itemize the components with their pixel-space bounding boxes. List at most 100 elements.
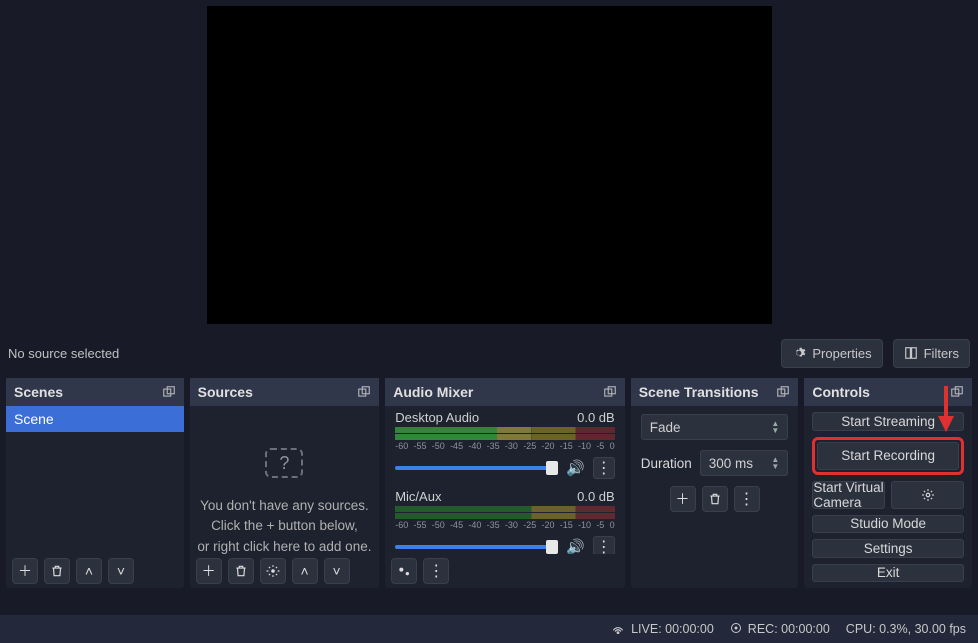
- studio-mode-button[interactable]: Studio Mode: [812, 515, 964, 534]
- audio-channel-menu[interactable]: [593, 457, 615, 479]
- status-rec: REC: 00:00:00: [730, 622, 830, 637]
- transition-menu-button[interactable]: [734, 486, 760, 512]
- speaker-icon[interactable]: 🔊: [566, 459, 585, 477]
- scenes-header: Scenes: [6, 378, 184, 406]
- status-live-text: LIVE: 00:00:00: [631, 622, 714, 636]
- audio-mixer-header: Audio Mixer: [385, 378, 624, 406]
- preview-canvas[interactable]: [207, 6, 772, 324]
- annotation-arrow: [936, 384, 956, 432]
- source-up-button[interactable]: ˄: [292, 558, 318, 584]
- audio-mixer-panel: Audio Mixer Desktop Audio 0.0 dB -60-55-…: [385, 378, 624, 588]
- audio-meter: [395, 513, 614, 519]
- transitions-title: Scene Transitions: [639, 384, 759, 400]
- filters-label: Filters: [924, 346, 959, 361]
- scene-up-button[interactable]: ˄: [76, 558, 102, 584]
- sources-empty-line2: Click the + button below,: [190, 516, 380, 536]
- filters-button[interactable]: Filters: [893, 339, 970, 368]
- status-bar: LIVE: 00:00:00 REC: 00:00:00 CPU: 0.3%, …: [0, 615, 978, 643]
- status-rec-text: REC: 00:00:00: [748, 622, 830, 636]
- disk-icon: [730, 622, 742, 637]
- trash-icon: [50, 564, 64, 578]
- transition-selected: Fade: [650, 420, 681, 435]
- start-recording-button[interactable]: Start Recording: [817, 442, 959, 470]
- preview-toolbar: No source selected Properties Filters: [0, 328, 978, 378]
- scenes-panel: Scenes Scene ＋ ˄ ˅: [6, 378, 184, 588]
- volume-slider[interactable]: [395, 466, 558, 470]
- audio-channel: Mic/Aux 0.0 dB -60-55-50-45-40-35-30-25-…: [385, 485, 624, 554]
- speaker-icon[interactable]: 🔊: [566, 538, 585, 554]
- popout-icon[interactable]: [357, 385, 371, 399]
- settings-button[interactable]: Settings: [812, 539, 964, 558]
- popout-icon[interactable]: [162, 385, 176, 399]
- preview-area: [0, 0, 978, 328]
- trash-icon: [708, 492, 722, 506]
- virtual-camera-settings-button[interactable]: [891, 481, 964, 509]
- question-icon: ?: [265, 448, 303, 478]
- audio-channel-menu[interactable]: [593, 536, 615, 554]
- duration-input[interactable]: 300 ms ▲▼: [700, 450, 789, 476]
- trash-icon: [234, 564, 248, 578]
- transition-select[interactable]: Fade ▲▼: [641, 414, 789, 440]
- updown-icon: ▲▼: [771, 456, 779, 470]
- transitions-body: Fade ▲▼ Duration 300 ms ▲▼ ＋: [631, 406, 799, 588]
- audio-ticks: -60-55-50-45-40-35-30-25-20-15-10-50: [395, 519, 614, 532]
- sources-empty-line3: or right click here to add one.: [190, 537, 380, 555]
- source-settings-button[interactable]: [260, 558, 286, 584]
- audio-meter: [395, 434, 614, 440]
- popout-icon[interactable]: [603, 385, 617, 399]
- remove-transition-button[interactable]: [702, 486, 728, 512]
- annotation-highlight: Start Recording: [812, 437, 964, 475]
- controls-title: Controls: [812, 384, 870, 400]
- duration-value: 300 ms: [709, 456, 753, 471]
- audio-channel-db: 0.0 dB: [577, 489, 615, 504]
- source-down-button[interactable]: ˅: [324, 558, 350, 584]
- scenes-title: Scenes: [14, 384, 63, 400]
- gear-icon: [921, 488, 935, 502]
- updown-icon: ▲▼: [771, 420, 779, 434]
- scenes-footer: ＋ ˄ ˅: [6, 554, 184, 588]
- remove-scene-button[interactable]: [44, 558, 70, 584]
- signal-icon: [611, 622, 625, 637]
- properties-button[interactable]: Properties: [781, 339, 882, 368]
- status-cpu: CPU: 0.3%, 30.00 fps: [846, 622, 966, 636]
- source-status-text: No source selected: [8, 346, 119, 361]
- audio-ticks: -60-55-50-45-40-35-30-25-20-15-10-50: [395, 440, 614, 453]
- exit-button[interactable]: Exit: [812, 564, 964, 583]
- gears-icon: [396, 564, 412, 578]
- audio-mixer-body: Desktop Audio 0.0 dB -60-55-50-45-40-35-…: [385, 406, 624, 554]
- scene-item[interactable]: Scene: [6, 406, 184, 432]
- sources-empty-state: ? You don't have any sources. Click the …: [190, 406, 380, 554]
- properties-label: Properties: [812, 346, 871, 361]
- transitions-panel: Scene Transitions Fade ▲▼ Duration 300 m…: [631, 378, 799, 588]
- start-virtual-camera-button[interactable]: Start Virtual Camera: [812, 481, 885, 509]
- remove-source-button[interactable]: [228, 558, 254, 584]
- sources-footer: ＋ ˄ ˅: [190, 554, 380, 588]
- status-live: LIVE: 00:00:00: [611, 622, 714, 637]
- controls-body: Start Streaming Start Recording Start Vi…: [804, 406, 972, 588]
- volume-slider[interactable]: [395, 545, 558, 549]
- audio-mixer-footer: [385, 554, 624, 588]
- duration-label: Duration: [641, 456, 692, 471]
- audio-channel: Desktop Audio 0.0 dB -60-55-50-45-40-35-…: [385, 406, 624, 485]
- gear-icon: [266, 564, 280, 578]
- add-source-button[interactable]: ＋: [196, 558, 222, 584]
- filters-icon: [904, 346, 918, 360]
- scenes-list[interactable]: Scene: [6, 406, 184, 554]
- audio-channel-name: Desktop Audio: [395, 410, 479, 425]
- transitions-header: Scene Transitions: [631, 378, 799, 406]
- add-transition-button[interactable]: ＋: [670, 486, 696, 512]
- scene-down-button[interactable]: ˅: [108, 558, 134, 584]
- sources-title: Sources: [198, 384, 253, 400]
- gear-icon: [792, 346, 806, 360]
- audio-mixer-menu[interactable]: [423, 558, 449, 584]
- audio-meter: [395, 427, 614, 433]
- audio-advanced-button[interactable]: [391, 558, 417, 584]
- audio-channel-db: 0.0 dB: [577, 410, 615, 425]
- sources-list[interactable]: ? You don't have any sources. Click the …: [190, 406, 380, 554]
- sources-empty-line1: You don't have any sources.: [190, 496, 380, 516]
- popout-icon[interactable]: [776, 385, 790, 399]
- audio-meter: [395, 506, 614, 512]
- dock-panels: Scenes Scene ＋ ˄ ˅ Sources ?: [0, 378, 978, 588]
- add-scene-button[interactable]: ＋: [12, 558, 38, 584]
- audio-mixer-title: Audio Mixer: [393, 384, 473, 400]
